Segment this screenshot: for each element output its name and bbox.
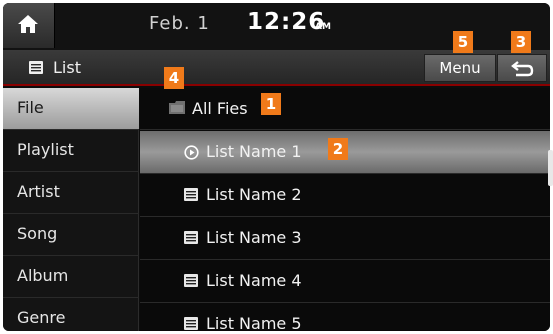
- category-playlist[interactable]: Playlist: [3, 130, 139, 172]
- list-item-label: List Name 4: [206, 271, 302, 290]
- folder-icon: [169, 101, 185, 114]
- title-bar: List Menu: [3, 50, 550, 86]
- list-icon: [184, 317, 198, 330]
- callout-badge: 3: [511, 31, 531, 53]
- infotainment-screen: Feb. 1 12:26 AM List Menu File Playlist …: [3, 3, 550, 331]
- play-circle-icon: [184, 145, 199, 160]
- home-button[interactable]: [3, 3, 55, 48]
- list-item-label: List Name 1: [206, 142, 302, 161]
- back-button[interactable]: [497, 54, 547, 82]
- callout-badge: 5: [453, 31, 473, 53]
- category-menu: File Playlist Artist Song Album Genre: [3, 88, 139, 331]
- list-item-label: List Name 5: [206, 314, 302, 331]
- list-item[interactable]: List Name 5: [140, 303, 550, 331]
- category-artist[interactable]: Artist: [3, 172, 139, 214]
- scrollbar[interactable]: [548, 150, 553, 186]
- list-item[interactable]: List Name 3: [140, 217, 550, 260]
- page-title: List: [53, 58, 81, 77]
- list-icon: [184, 188, 198, 201]
- back-icon: [511, 61, 534, 77]
- callout-badge: 2: [328, 138, 348, 160]
- file-list: All Fies List Name 1 List Name 2 List Na…: [140, 88, 550, 331]
- list-item-label: List Name 2: [206, 185, 302, 204]
- all-files-row[interactable]: All Fies: [140, 88, 550, 130]
- all-files-label: All Fies: [192, 99, 248, 118]
- callout-badge: 4: [164, 67, 184, 89]
- list-item[interactable]: List Name 2: [140, 174, 550, 217]
- list-icon: [29, 61, 43, 74]
- list-item-label: List Name 3: [206, 228, 302, 247]
- menu-button[interactable]: Menu: [424, 54, 496, 82]
- category-genre[interactable]: Genre: [3, 298, 139, 331]
- list-item[interactable]: List Name 4: [140, 260, 550, 303]
- list-icon: [184, 274, 198, 287]
- category-file[interactable]: File: [3, 88, 139, 130]
- date-display: Feb. 1: [149, 13, 210, 34]
- category-song[interactable]: Song: [3, 214, 139, 256]
- ampm-indicator: AM: [315, 22, 331, 32]
- list-icon: [184, 231, 198, 244]
- category-album[interactable]: Album: [3, 256, 139, 298]
- clock-display: 12:26: [247, 9, 326, 35]
- home-icon: [18, 15, 38, 33]
- callout-badge: 1: [261, 93, 281, 115]
